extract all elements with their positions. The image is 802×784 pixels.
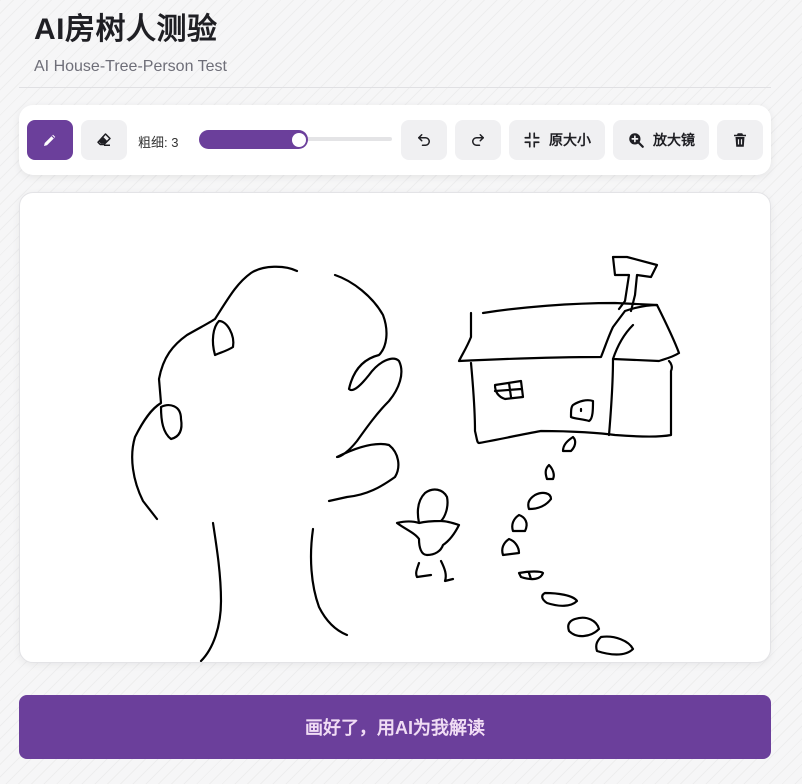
drawing-toolbar: 粗细: 3 原大小 放大镜 — [19, 105, 771, 175]
page-subtitle: AI House-Tree-Person Test — [34, 58, 227, 75]
submit-drawing-button[interactable]: 画好了，用AI为我解读 — [19, 695, 771, 759]
header-divider — [19, 87, 771, 88]
person-figure — [395, 488, 461, 583]
redo-icon — [469, 131, 487, 149]
zoom-in-icon — [627, 131, 645, 149]
slider-handle[interactable] — [292, 133, 306, 147]
redo-button[interactable] — [455, 120, 501, 160]
path-stone-4 — [511, 513, 528, 533]
path-stone-9 — [595, 635, 635, 656]
app-header: AI房树人测验 AI House-Tree-Person Test — [34, 12, 227, 76]
path-stone-8 — [567, 616, 601, 638]
house-wall-middle — [607, 357, 615, 437]
page-title: AI房树人测验 — [34, 13, 218, 46]
house-window — [493, 379, 525, 401]
magnifier-button[interactable]: 放大镜 — [613, 120, 709, 160]
tree-crown-stroke — [131, 265, 299, 521]
path-stone-5 — [501, 537, 521, 557]
tree-crown-right-stroke — [327, 273, 403, 503]
clear-canvas-button[interactable] — [717, 120, 763, 160]
eraser-icon — [95, 131, 113, 149]
house-roof-stroke — [457, 303, 681, 363]
reset-zoom-label: 原大小 — [549, 132, 591, 148]
tree-trunk-right — [309, 527, 349, 637]
magnifier-label: 放大镜 — [653, 132, 695, 148]
tree-trunk-left — [199, 521, 223, 662]
reset-zoom-button[interactable]: 原大小 — [509, 120, 605, 160]
drawing-canvas[interactable] — [19, 192, 771, 663]
path-stone-2 — [544, 463, 555, 481]
undo-button[interactable] — [401, 120, 447, 160]
path-stone-7 — [541, 591, 579, 607]
brush-size-slider[interactable] — [199, 130, 392, 150]
house-wall-left — [469, 359, 673, 445]
drawing-canvas-card[interactable] — [19, 192, 771, 663]
eraser-tool-button[interactable] — [81, 120, 127, 160]
submit-label: 画好了，用AI为我解读 — [305, 718, 485, 738]
path-stone-1 — [561, 435, 577, 453]
pencil-icon — [41, 131, 59, 149]
house-door — [569, 399, 595, 423]
tree-knot-top — [211, 319, 235, 357]
pen-tool-button[interactable] — [27, 120, 73, 160]
compress-icon — [523, 131, 541, 149]
trash-icon — [731, 131, 749, 149]
brush-size-label: 粗细: 3 — [138, 135, 179, 150]
path-stone-6 — [517, 570, 545, 581]
undo-icon — [415, 131, 433, 149]
path-stone-3 — [527, 491, 553, 511]
tree-knot-left — [159, 404, 183, 441]
